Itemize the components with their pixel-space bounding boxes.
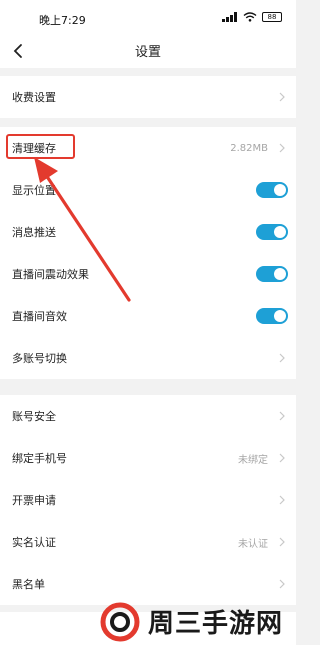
row-label: 账号安全 [12, 410, 56, 423]
watermark: 周三手游网 [100, 598, 296, 645]
row-label: 消息推送 [12, 226, 56, 239]
row-label: 显示位置 [12, 184, 56, 197]
verification-status: 未认证 [238, 538, 268, 550]
row-label: 实名认证 [12, 536, 56, 549]
status-time: 晚上7:29 [39, 14, 86, 27]
wifi-icon [243, 12, 257, 22]
chevron-right-icon [279, 579, 285, 589]
chevron-right-icon [279, 353, 285, 363]
row-show-location: 显示位置 [0, 169, 296, 211]
chevron-right-icon [279, 453, 285, 463]
live-sound-toggle[interactable] [256, 308, 288, 324]
status-icons: 88 [222, 12, 282, 22]
row-label: 绑定手机号 [12, 452, 67, 465]
row-push-notifications: 消息推送 [0, 211, 296, 253]
row-account-security[interactable]: 账号安全 [0, 395, 296, 437]
row-switch-account[interactable]: 多账号切换 [0, 337, 296, 379]
chevron-right-icon [279, 495, 285, 505]
settings-group-2: 清理缓存 2.82MB 显示位置 消息推送 直播间震动效果 直播间音效 多账号切… [0, 127, 296, 379]
row-live-sound: 直播间音效 [0, 295, 296, 337]
row-label: 收费设置 [12, 91, 56, 104]
battery-icon: 88 [262, 12, 282, 22]
live-vibration-toggle[interactable] [256, 266, 288, 282]
row-invoice-request[interactable]: 开票申请 [0, 479, 296, 521]
row-label: 直播间震动效果 [12, 268, 89, 281]
signal-icon [222, 12, 238, 22]
settings-group-3: 账号安全 绑定手机号 未绑定 开票申请 实名认证 未认证 黑名单 [0, 395, 296, 605]
highlight-box [6, 134, 75, 159]
row-label: 开票申请 [12, 494, 56, 507]
watermark-text: 周三手游网 [148, 609, 284, 639]
row-label: 多账号切换 [12, 352, 67, 365]
chevron-right-icon [279, 92, 285, 102]
push-notifications-toggle[interactable] [256, 224, 288, 240]
row-real-name-auth[interactable]: 实名认证 未认证 [0, 521, 296, 563]
settings-group-1: 收费设置 [0, 76, 296, 118]
watermark-logo-icon [100, 602, 140, 641]
cache-size: 2.82MB [230, 142, 268, 154]
page-title: 设置 [134, 45, 161, 60]
show-location-toggle[interactable] [256, 182, 288, 198]
chevron-right-icon [279, 143, 285, 153]
row-label: 黑名单 [12, 578, 45, 591]
phone-status: 未绑定 [238, 454, 268, 466]
row-fee-settings[interactable]: 收费设置 [0, 76, 296, 118]
row-live-vibration: 直播间震动效果 [0, 253, 296, 295]
row-bind-phone[interactable]: 绑定手机号 未绑定 [0, 437, 296, 479]
chevron-right-icon [279, 411, 285, 421]
chevron-right-icon [279, 537, 285, 547]
row-label: 直播间音效 [12, 310, 67, 323]
status-bar: 晚上7:29 88 [0, 0, 296, 34]
nav-bar: 设置 [0, 34, 296, 68]
